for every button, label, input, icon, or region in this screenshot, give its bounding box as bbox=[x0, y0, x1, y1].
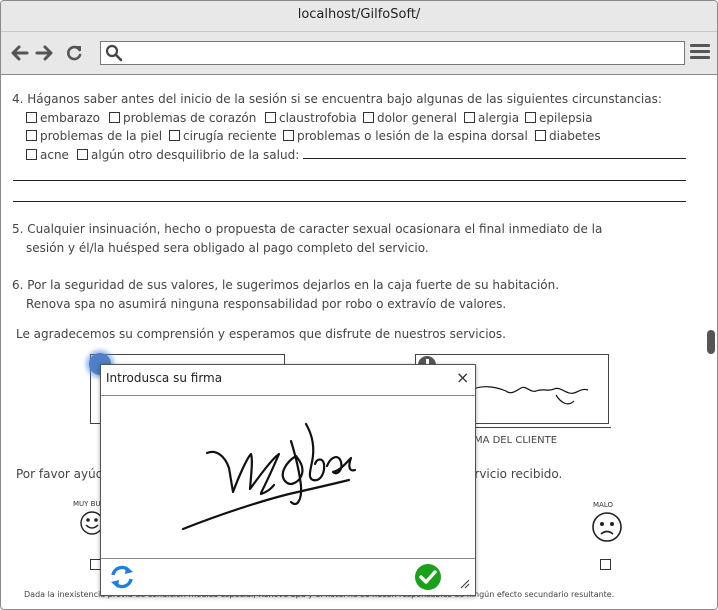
face-label-bad: MALO bbox=[593, 501, 613, 509]
option-embarazo[interactable]: embarazo bbox=[26, 111, 100, 125]
refresh-icon bbox=[111, 565, 133, 589]
option-cirugia-reciente[interactable]: cirugía reciente bbox=[169, 129, 277, 143]
option-alergia[interactable]: alergia bbox=[464, 111, 519, 125]
option-epilepsia[interactable]: epilepsia bbox=[525, 111, 593, 125]
scrollbar-thumb[interactable] bbox=[707, 330, 715, 354]
window-title: localhost/GilfoSoft/ bbox=[1, 1, 717, 32]
checkbox[interactable] bbox=[525, 112, 536, 123]
checkbox[interactable] bbox=[26, 112, 37, 123]
refresh-button[interactable] bbox=[108, 563, 136, 591]
option-otro-desequilibrio[interactable]: algún otro desquilibrio de la salud: bbox=[77, 148, 299, 162]
forward-button[interactable] bbox=[34, 43, 54, 63]
signature-canvas[interactable] bbox=[101, 396, 475, 556]
confirm-button[interactable] bbox=[414, 563, 442, 591]
rating-prompt-right: ervicio recibido. bbox=[467, 467, 563, 481]
signature-dialog: Introdusca su firma × bbox=[100, 364, 476, 596]
answer-line[interactable] bbox=[13, 180, 686, 181]
question-4-text: 4. Háganos saber antes del inicio de la … bbox=[12, 92, 662, 106]
question-6-line-1: 6. Por la seguridad de sus valores, le s… bbox=[12, 278, 560, 292]
option-problemas-piel[interactable]: problemas de la piel bbox=[26, 129, 162, 143]
checkbox[interactable] bbox=[464, 112, 475, 123]
rating-prompt-left: Por favor ayúd bbox=[16, 467, 104, 481]
arrow-right-icon bbox=[35, 45, 53, 61]
browser-window: localhost/GilfoSoft/ 4. Háganos saber an… bbox=[0, 0, 718, 610]
answer-line[interactable] bbox=[13, 201, 686, 202]
option-espina-dorsal[interactable]: problemas o lesión de la espina dorsal bbox=[283, 129, 528, 143]
client-signature-label: RMA DEL CLIENTE bbox=[467, 435, 558, 446]
question-5-line-2: sesión y él/la huésped sera obligado al … bbox=[26, 241, 429, 255]
dialog-title: Introdusca su firma bbox=[106, 371, 223, 385]
checkbox[interactable] bbox=[535, 130, 546, 141]
divider bbox=[101, 558, 475, 559]
checkbox[interactable] bbox=[169, 130, 180, 141]
close-icon[interactable]: × bbox=[456, 368, 469, 387]
checkbox[interactable] bbox=[26, 149, 37, 160]
checkbox[interactable] bbox=[109, 112, 120, 123]
browser-toolbar bbox=[1, 32, 717, 75]
checkbox[interactable] bbox=[265, 112, 276, 123]
checkbox[interactable] bbox=[363, 112, 374, 123]
question-5-line-1: 5. Cualquier insinuación, hecho o propue… bbox=[12, 222, 603, 236]
address-bar[interactable] bbox=[100, 41, 685, 65]
checkbox[interactable] bbox=[77, 149, 88, 160]
back-button[interactable] bbox=[10, 43, 30, 63]
option-problemas-corazon[interactable]: problemas de corazón bbox=[109, 111, 256, 125]
option-dolor-general[interactable]: dolor general bbox=[363, 111, 457, 125]
sad-face-icon bbox=[592, 512, 622, 542]
option-claustrofobia[interactable]: claustrofobia bbox=[265, 111, 357, 125]
question-6-line-2: Renova spa no asumirá ninguna responsabi… bbox=[26, 297, 507, 311]
scrollbar[interactable] bbox=[706, 75, 717, 609]
checkbox[interactable] bbox=[283, 130, 294, 141]
hamburger-menu-icon[interactable] bbox=[690, 44, 710, 62]
other-condition-line[interactable] bbox=[303, 158, 686, 159]
option-acne[interactable]: acne bbox=[26, 148, 69, 162]
face-label-good: MUY BU bbox=[73, 500, 101, 508]
option-diabetes[interactable]: diabetes bbox=[535, 129, 601, 143]
page-content: 4. Háganos saber antes del inicio de la … bbox=[1, 75, 705, 609]
reload-icon bbox=[67, 45, 82, 61]
reload-button[interactable] bbox=[64, 43, 84, 63]
search-icon bbox=[105, 44, 123, 62]
checkbox-bad[interactable] bbox=[600, 559, 611, 570]
arrow-left-icon bbox=[11, 45, 29, 61]
thanks-text: Le agradecemos su comprensión y esperamo… bbox=[16, 327, 506, 341]
check-icon bbox=[415, 564, 441, 590]
resize-handle-icon[interactable] bbox=[460, 579, 470, 589]
checkbox[interactable] bbox=[26, 130, 37, 141]
client-signature-line bbox=[456, 427, 611, 428]
